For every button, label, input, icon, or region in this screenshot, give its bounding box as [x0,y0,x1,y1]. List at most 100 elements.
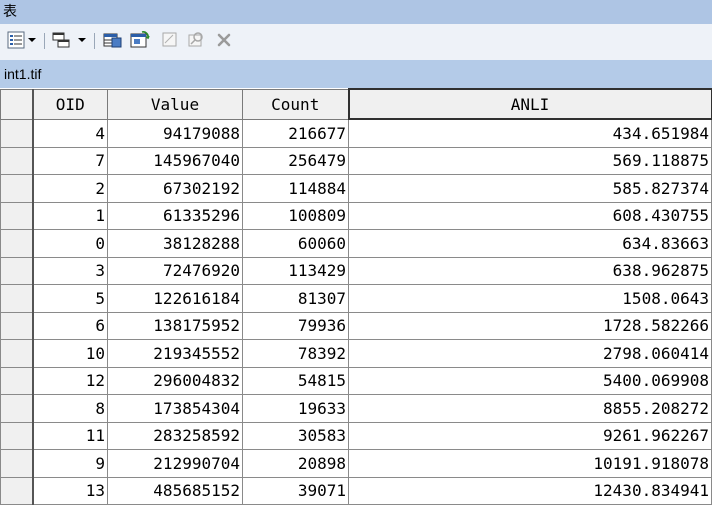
value-cell[interactable]: 283258592 [107,421,243,450]
oid-cell[interactable]: 7 [32,146,108,175]
anli-cell[interactable]: 569.118875 [348,146,712,175]
count-cell[interactable]: 20898 [242,449,349,478]
count-cell[interactable]: 39071 [242,476,349,505]
value-cell[interactable]: 94179088 [107,118,243,148]
table-row[interactable]: 1 61335296 100809 608.430755 [0,201,712,230]
row-selector[interactable] [0,339,34,368]
value-cell[interactable]: 296004832 [107,366,243,395]
table-row[interactable]: 6 138175952 79936 1728.582266 [0,311,712,340]
row-selector[interactable] [0,174,34,203]
oid-cell[interactable]: 13 [32,476,108,505]
count-cell[interactable]: 216677 [242,118,349,148]
table-row[interactable]: 4 94179088 216677 434.651984 [0,118,712,148]
row-selector-header[interactable] [0,88,34,120]
oid-cell[interactable]: 6 [32,311,108,340]
anli-cell[interactable]: 10191.918078 [348,449,712,478]
anli-cell[interactable]: 638.962875 [348,256,712,285]
oid-cell[interactable]: 2 [32,174,108,203]
value-cell[interactable]: 122616184 [107,284,243,313]
count-cell[interactable]: 100809 [242,201,349,230]
value-cell[interactable]: 61335296 [107,201,243,230]
anli-cell[interactable]: 8855.208272 [348,394,712,423]
row-selector[interactable] [0,476,34,505]
oid-cell[interactable]: 12 [32,366,108,395]
table-row[interactable]: 10 219345552 78392 2798.060414 [0,339,712,368]
anli-cell[interactable]: 585.827374 [348,174,712,203]
table-row[interactable]: 11 283258592 30583 9261.962267 [0,421,712,450]
column-header-count[interactable]: Count [242,88,349,120]
count-cell[interactable]: 30583 [242,421,349,450]
row-selector[interactable] [0,311,34,340]
tab-int1-tif[interactable]: int1.tif [0,66,41,82]
anli-cell[interactable]: 634.83663 [348,229,712,258]
oid-cell[interactable]: 5 [32,284,108,313]
anli-cell[interactable]: 608.430755 [348,201,712,230]
value-cell[interactable]: 173854304 [107,394,243,423]
value-cell[interactable]: 145967040 [107,146,243,175]
value-cell[interactable]: 219345552 [107,339,243,368]
row-selector[interactable] [0,229,34,258]
count-cell[interactable]: 113429 [242,256,349,285]
oid-cell[interactable]: 9 [32,449,108,478]
value-cell[interactable]: 485685152 [107,476,243,505]
value-cell[interactable]: 212990704 [107,449,243,478]
value-cell[interactable]: 67302192 [107,174,243,203]
row-selector[interactable] [0,146,34,175]
row-selector[interactable] [0,394,34,423]
dropdown-arrow-icon[interactable] [26,30,38,50]
anli-cell[interactable]: 5400.069908 [348,366,712,395]
anli-cell[interactable]: 2798.060414 [348,339,712,368]
oid-cell[interactable]: 0 [32,229,108,258]
clear-selection-icon[interactable] [160,30,180,50]
oid-cell[interactable]: 8 [32,394,108,423]
table-row[interactable]: 12 296004832 54815 5400.069908 [0,366,712,395]
anli-cell[interactable]: 1728.582266 [348,311,712,340]
oid-cell[interactable]: 4 [32,118,108,148]
table-row[interactable]: 8 173854304 19633 8855.208272 [0,394,712,423]
related-tables-icon[interactable] [52,30,72,50]
row-selector[interactable] [0,284,34,313]
anli-cell[interactable]: 434.651984 [348,118,712,148]
value-cell[interactable]: 38128288 [107,229,243,258]
row-selector[interactable] [0,421,34,450]
count-cell[interactable]: 114884 [242,174,349,203]
count-cell[interactable]: 60060 [242,229,349,258]
count-cell[interactable]: 19633 [242,394,349,423]
table-row[interactable]: 2 67302192 114884 585.827374 [0,174,712,203]
value-cell[interactable]: 72476920 [107,256,243,285]
table-options-icon[interactable] [6,30,26,50]
table-row[interactable]: 5 122616184 81307 1508.0643 [0,284,712,313]
dropdown-arrow-icon[interactable] [76,30,88,50]
table-row[interactable]: 7 145967040 256479 569.118875 [0,146,712,175]
row-selector[interactable] [0,366,34,395]
oid-cell[interactable]: 10 [32,339,108,368]
oid-cell[interactable]: 1 [32,201,108,230]
column-header-value[interactable]: Value [107,88,243,120]
zoom-to-selected-icon[interactable] [186,30,206,50]
row-selector[interactable] [0,201,34,230]
count-cell[interactable]: 79936 [242,311,349,340]
anli-cell[interactable]: 1508.0643 [348,284,712,313]
count-cell[interactable]: 54815 [242,366,349,395]
count-cell[interactable]: 78392 [242,339,349,368]
table-row[interactable]: 9 212990704 20898 10191.918078 [0,449,712,478]
row-selector[interactable] [0,449,34,478]
oid-cell[interactable]: 3 [32,256,108,285]
oid-cell[interactable]: 11 [32,421,108,450]
attribute-grid: OID Value Count ANLI 4 94179088 216677 434.… [0,88,712,505]
table-row[interactable]: 13 485685152 39071 12430.834941 [0,476,712,505]
count-cell[interactable]: 256479 [242,146,349,175]
switch-selection-icon[interactable] [130,30,150,50]
row-selector[interactable] [0,256,34,285]
select-by-attributes-icon[interactable] [103,30,123,50]
anli-cell[interactable]: 12430.834941 [348,476,712,505]
value-cell[interactable]: 138175952 [107,311,243,340]
count-cell[interactable]: 81307 [242,284,349,313]
column-header-anli[interactable]: ANLI [347,88,712,120]
table-row[interactable]: 0 38128288 60060 634.83663 [0,229,712,258]
delete-selected-icon[interactable] [214,30,234,50]
anli-cell[interactable]: 9261.962267 [348,421,712,450]
table-row[interactable]: 3 72476920 113429 638.962875 [0,256,712,285]
row-selector[interactable] [0,118,34,148]
column-header-oid[interactable]: OID [32,88,108,120]
